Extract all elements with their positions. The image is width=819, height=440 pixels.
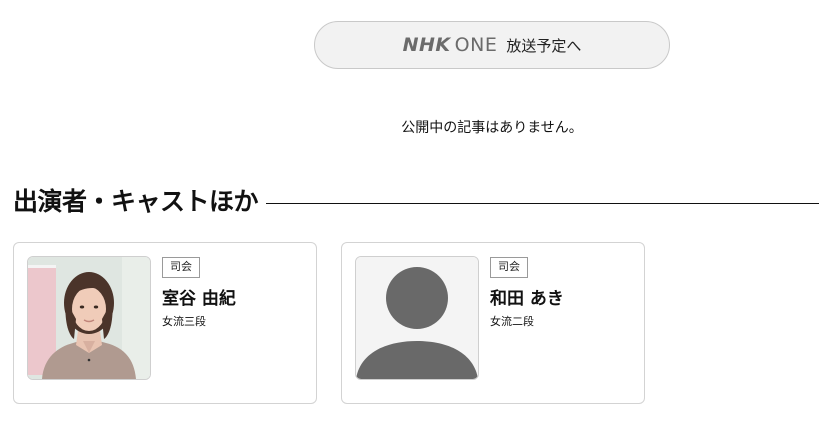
cast-name: 和田 あき (490, 289, 564, 309)
broadcast-schedule-button[interactable]: NHK ONE 放送予定へ (314, 21, 670, 69)
cast-info: 司会 室谷 由紀 女流三段 (162, 255, 236, 329)
cast-section-header: 出演者・キャストほか (13, 182, 819, 222)
section-title: 出演者・キャストほか (13, 187, 259, 216)
cast-rank: 女流三段 (162, 315, 206, 328)
cast-photo (27, 256, 151, 380)
nhk-one-logo: NHK ONE (403, 34, 498, 56)
one-logo-text: ONE (454, 34, 498, 56)
cast-name: 室谷 由紀 (162, 289, 236, 309)
nhk-logo-text: NHK (402, 34, 451, 56)
role-badge: 司会 (490, 257, 528, 278)
no-articles-message: 公開中の記事はありません。 (401, 120, 583, 136)
cast-card[interactable]: 司会 室谷 由紀 女流三段 (13, 242, 317, 404)
cast-card[interactable]: 司会 和田 あき 女流二段 (341, 242, 645, 404)
cast-info: 司会 和田 あき 女流二段 (490, 255, 564, 329)
role-badge: 司会 (162, 257, 200, 278)
cast-rank: 女流二段 (490, 315, 534, 328)
schedule-button-label: 放送予定へ (506, 36, 582, 55)
placeholder-avatar-icon (355, 256, 479, 380)
section-divider (266, 202, 819, 204)
